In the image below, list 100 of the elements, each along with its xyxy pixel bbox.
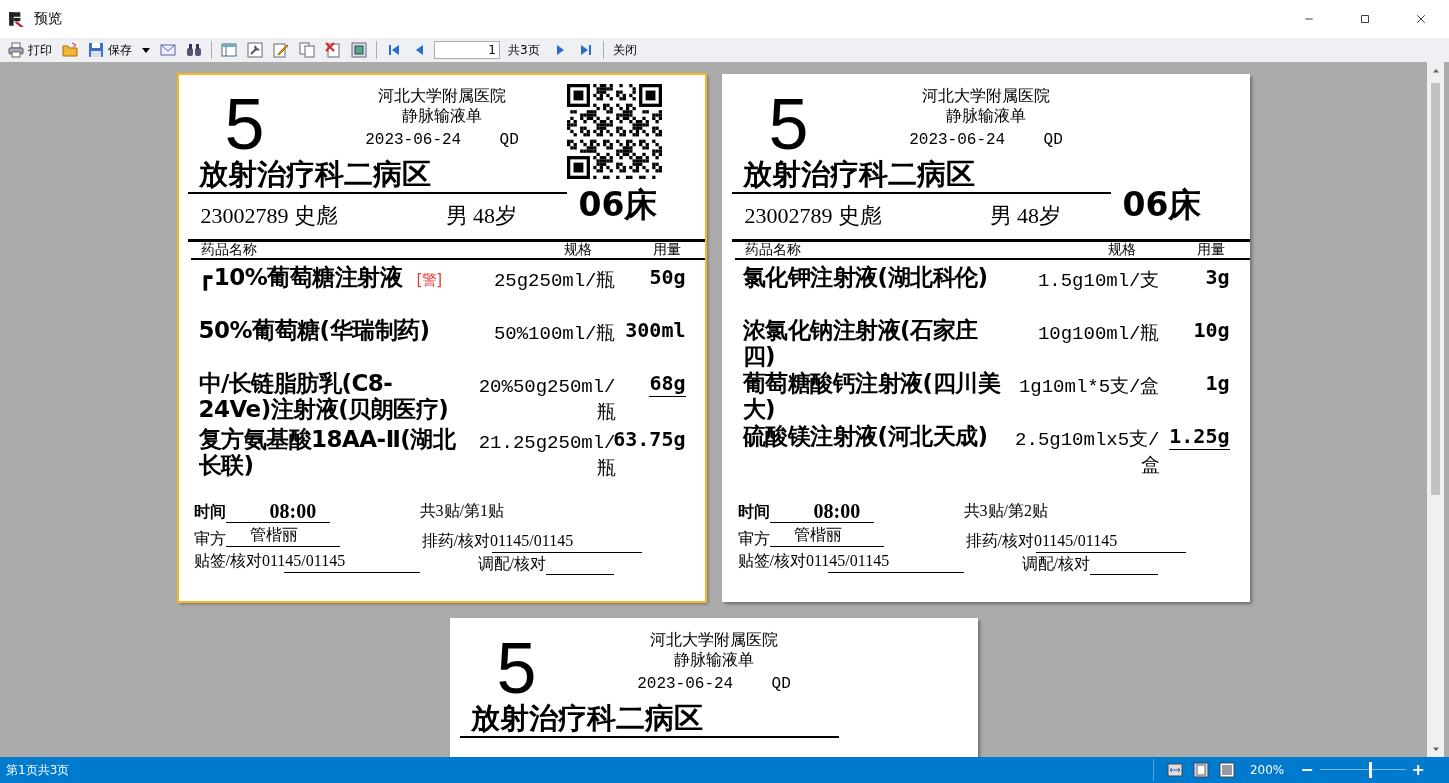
page-info: 第1页共3页 bbox=[6, 761, 70, 779]
folder-icon bbox=[62, 42, 78, 58]
zoom-slider-thumb[interactable] bbox=[1369, 762, 1373, 778]
label-count: 共3贴/第1贴 bbox=[419, 501, 505, 521]
page-number-field[interactable]: 1 bbox=[434, 41, 500, 59]
page-count: 共3页 bbox=[507, 41, 541, 59]
date: 2023-06-24 bbox=[365, 131, 462, 149]
mixing-check-label: 调配/核对 bbox=[1021, 554, 1090, 574]
drug-name: 10%葡萄糖注射液 bbox=[213, 264, 403, 290]
window-title: 预览 bbox=[34, 10, 62, 28]
drug-dose: 10g bbox=[1193, 317, 1230, 343]
drug-name: 氯化钾注射液(湖北科伦) bbox=[742, 264, 989, 290]
page-x-icon bbox=[325, 42, 341, 58]
zoom-percent: 200% bbox=[1249, 763, 1285, 777]
ward-name: 放射治疗科二病区 bbox=[731, 156, 1111, 194]
drug-spec: 1.5g10ml/支 bbox=[1036, 269, 1160, 294]
caret-icon bbox=[142, 47, 150, 53]
zoom-slider[interactable] bbox=[1319, 762, 1406, 778]
frequency: QD bbox=[1043, 131, 1063, 149]
date: 2023-06-24 bbox=[909, 131, 1006, 149]
frequency: QD bbox=[771, 675, 791, 693]
label-check-text: 贴签/核对01145/01145 bbox=[193, 551, 347, 571]
dispense-check-text: 排药/核对01145/01145 bbox=[964, 531, 1119, 551]
envelope-icon bbox=[160, 42, 176, 58]
drug-dose: 50g bbox=[649, 264, 686, 290]
vertical-scrollbar[interactable] bbox=[1427, 62, 1444, 757]
zoom-in-button[interactable]: + bbox=[1409, 762, 1427, 778]
drug-name: 葡萄糖酸钙注射液(四川美大) bbox=[742, 370, 1002, 422]
copy-icon bbox=[299, 42, 315, 58]
patient-sex: 男 bbox=[989, 203, 1012, 228]
bed-number: 06床 bbox=[1121, 187, 1203, 223]
time-value: 08:00 bbox=[769, 500, 875, 523]
zoom-out-button[interactable]: − bbox=[1298, 762, 1316, 778]
form-title: 静脉输液单 bbox=[946, 106, 1026, 126]
frequency: QD bbox=[499, 131, 519, 149]
hospital-name: 河北大学附属医院 bbox=[650, 630, 778, 650]
infusion-label[interactable] bbox=[721, 74, 1250, 602]
print-button[interactable]: 打印 bbox=[4, 41, 56, 59]
drug-dose: 68g bbox=[649, 370, 686, 397]
page-width-icon bbox=[1166, 762, 1183, 778]
hospital-name: 河北大学附属医院 bbox=[378, 86, 506, 106]
printer-icon bbox=[8, 42, 24, 58]
time-value: 08:00 bbox=[225, 500, 331, 523]
wrench-icon bbox=[247, 42, 263, 58]
whole-page-button[interactable] bbox=[1192, 762, 1209, 778]
infusion-label[interactable] bbox=[177, 74, 706, 602]
mixing-check-label: 调配/核对 bbox=[477, 554, 546, 574]
close-icon bbox=[1415, 13, 1427, 25]
patient-sex: 男 bbox=[445, 203, 468, 228]
column-header: 药品名称 bbox=[200, 242, 258, 258]
maximize-icon bbox=[1359, 13, 1371, 25]
single-page-icon bbox=[1192, 762, 1209, 778]
patient-age: 48岁 bbox=[1017, 203, 1061, 228]
dispense-check-text: 排药/核对01145/01145 bbox=[420, 531, 575, 551]
label-check-text: 贴签/核对01145/01145 bbox=[737, 551, 891, 571]
drug-name: 复方氨基酸18AA-Ⅱ(湖北长联) bbox=[198, 426, 457, 478]
pencil-icon bbox=[273, 42, 289, 58]
save-button[interactable]: 保存 bbox=[84, 41, 136, 59]
scrollbar-thumb[interactable] bbox=[1431, 83, 1440, 495]
reviewer-name: 管楷丽 bbox=[225, 524, 340, 547]
patient-name: 史彪 bbox=[294, 203, 338, 228]
first-page-icon bbox=[386, 42, 402, 58]
drug-spec: 25g250ml/瓶 bbox=[492, 269, 616, 294]
reviewer-label: 审方 bbox=[737, 529, 770, 549]
patient-age: 48岁 bbox=[473, 203, 517, 228]
drug-spec: 10g100ml/瓶 bbox=[1036, 322, 1160, 347]
column-header: 用量 bbox=[1196, 242, 1226, 258]
infusion-label[interactable]: 5 河北大学附属医院 静脉输液单 2023-06-24 QD 放射治疗科二病区 bbox=[449, 618, 978, 757]
drug-spec: 20%50g250ml/瓶 bbox=[477, 375, 616, 426]
drug-name: 浓氯化钠注射液(石家庄四) bbox=[742, 317, 979, 369]
window-icon bbox=[221, 42, 237, 58]
drug-dose: 63.75g bbox=[613, 426, 686, 451]
drug-name: 中/长链脂肪乳(C8-24Ve)注射液(贝朗医疗) bbox=[198, 370, 450, 422]
picture-frame-icon bbox=[351, 42, 367, 58]
ward-name: 放射治疗科二病区 bbox=[459, 700, 839, 738]
column-header: 规格 bbox=[563, 242, 593, 258]
bed-number: 06床 bbox=[577, 187, 659, 223]
column-header: 药品名称 bbox=[744, 242, 802, 258]
binoculars-icon bbox=[186, 42, 202, 58]
patient-name: 史彪 bbox=[838, 203, 882, 228]
close-button[interactable]: 关闭 bbox=[608, 41, 641, 59]
time-label: 时间 bbox=[193, 501, 226, 523]
reviewer-label: 审方 bbox=[193, 529, 226, 549]
form-title: 静脉输液单 bbox=[674, 650, 754, 670]
label-count: 共3贴/第2贴 bbox=[963, 501, 1049, 521]
drug-name: 50%葡萄糖(华瑞制药) bbox=[198, 317, 431, 343]
drug-dose: 1.25g bbox=[1169, 423, 1230, 450]
time-label: 时间 bbox=[737, 501, 770, 523]
reviewer-name: 管楷丽 bbox=[769, 524, 884, 547]
page-width-button[interactable] bbox=[1166, 762, 1183, 778]
patient-id: 23002789 bbox=[200, 203, 289, 228]
drug-dose: 3g bbox=[1205, 264, 1230, 290]
corner-mark: ┏ bbox=[198, 264, 212, 290]
column-header: 规格 bbox=[1107, 242, 1137, 258]
drug-dose: 300ml bbox=[625, 317, 686, 343]
drug-spec: 1g10ml*5支/盒 bbox=[1017, 375, 1160, 400]
app-logo-icon bbox=[8, 10, 26, 28]
drug-spec: 2.5g10mlx5支/盒 bbox=[1014, 428, 1160, 479]
patient-id: 23002789 bbox=[744, 203, 833, 228]
date: 2023-06-24 bbox=[637, 675, 734, 693]
